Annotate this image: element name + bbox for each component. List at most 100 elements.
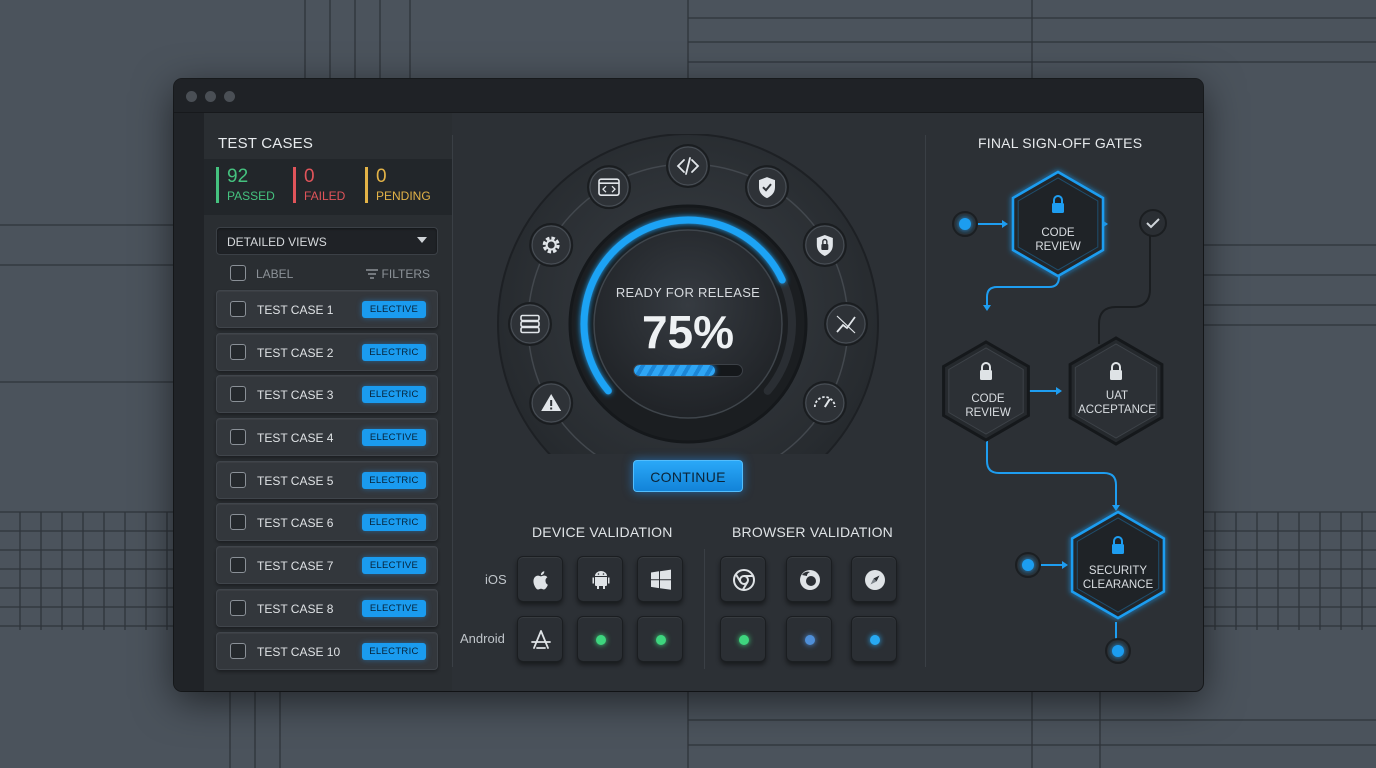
test-case-badge: ELECTIVE (362, 599, 426, 617)
release-progress-bar (633, 364, 743, 377)
lock-icon-body (1112, 544, 1124, 554)
test-case-row[interactable]: TEST CASE 10 ELECTRIC (216, 631, 438, 670)
test-case-name: TEST CASE 2 (257, 345, 334, 360)
test-case-checkbox[interactable] (230, 642, 246, 659)
warning-icon[interactable] (529, 381, 574, 425)
lock-icon-body (1110, 370, 1122, 380)
test-case-checkbox[interactable] (230, 386, 246, 403)
test-case-badge: ELECTRIC (362, 386, 426, 404)
test-case-row[interactable]: TEST CASE 8 ELECTIVE (216, 588, 438, 627)
gate-label-uat: UAT ACCEPTANCE (1078, 390, 1156, 416)
device-tile-windows[interactable] (637, 556, 683, 602)
firefox-icon (800, 570, 820, 590)
test-case-row[interactable]: TEST CASE 2 ELECTRIC (216, 332, 438, 371)
test-case-row[interactable]: TEST CASE 1 ELECTIVE (216, 290, 438, 328)
windows-icon (651, 569, 671, 590)
flow-start-node-dot (959, 218, 971, 230)
window-dot-minimize[interactable] (205, 91, 216, 102)
stat-pending: 0 PENDING (365, 167, 431, 203)
device-tile-apple[interactable] (517, 556, 563, 602)
test-case-row[interactable]: TEST CASE 4 ELECTIVE (216, 418, 438, 457)
server-icon[interactable] (508, 302, 552, 346)
test-case-checkbox[interactable] (230, 471, 246, 488)
test-case-checkbox[interactable] (230, 429, 246, 446)
stat-pending-value: 0 (376, 166, 387, 187)
safari-icon (865, 570, 885, 590)
stat-failed: 0 FAILED (293, 167, 345, 203)
shield-check-icon[interactable] (745, 165, 789, 210)
app-store-icon (531, 630, 551, 649)
flow-connector-dark (1098, 224, 1151, 344)
release-progress-fill (634, 365, 715, 376)
speedometer-icon[interactable] (802, 381, 847, 425)
flow-arrow (1002, 220, 1008, 228)
list-header: LABEL FILTERS (216, 263, 438, 285)
test-case-checkbox[interactable] (230, 557, 246, 574)
test-case-row[interactable]: TEST CASE 7 ELECTIVE (216, 546, 438, 585)
chevron-down-icon (417, 237, 427, 243)
device-status-tile-2[interactable] (637, 616, 683, 662)
test-case-row[interactable]: TEST CASE 5 ELECTRIC (216, 460, 438, 499)
test-case-name: TEST CASE 10 (257, 644, 341, 659)
test-case-badge: ELECTIVE (362, 557, 426, 575)
panel-title: TEST CASES (218, 135, 314, 152)
test-case-list: TEST CASE 1 ELECTIVE TEST CASE 2 ELECTRIC TE… (216, 290, 438, 674)
test-case-checkbox[interactable] (230, 301, 246, 317)
test-case-row[interactable]: TEST CASE 3 ELECTRIC (216, 375, 438, 414)
browser-status-tile-3[interactable] (851, 616, 897, 662)
browser-tile-firefox[interactable] (786, 556, 832, 602)
browser-validation-title: BROWSER VALIDATION (732, 524, 893, 540)
stat-failed-value: 0 (304, 166, 315, 187)
browser-icon[interactable] (587, 165, 631, 210)
device-tile-android[interactable] (577, 556, 623, 602)
select-all-checkbox[interactable] (230, 265, 246, 281)
stat-passed: 92 PASSED (216, 167, 275, 203)
test-case-badge: ELECTRIC (362, 343, 426, 361)
continue-button[interactable]: CONTINUE (633, 460, 743, 492)
chart-icon[interactable] (824, 302, 868, 346)
browser-tile-chrome[interactable] (720, 556, 766, 602)
filters-button[interactable]: FILTERS (365, 267, 430, 281)
test-case-checkbox[interactable] (230, 343, 246, 360)
row-label-ios: iOS (485, 572, 507, 587)
stat-failed-label: FAILED (304, 189, 346, 203)
flow-check-node (1139, 209, 1167, 237)
device-validation-title: DEVICE VALIDATION (532, 524, 673, 540)
window-dot-maximize[interactable] (224, 91, 235, 102)
app-window: TEST CASES 92 PASSED 0 FAILED 0 PENDING … (174, 79, 1203, 691)
gear-icon[interactable] (529, 223, 574, 267)
flow-arrow (983, 305, 991, 311)
test-case-checkbox[interactable] (230, 599, 246, 616)
status-led (870, 635, 880, 645)
test-case-name: TEST CASE 3 (257, 388, 334, 403)
status-led (596, 635, 606, 645)
gates-title: FINAL SIGN-OFF GATES (978, 135, 1143, 151)
title-bar (174, 79, 1203, 113)
flow-connector (986, 441, 1117, 505)
lock-icon-body (1052, 203, 1064, 213)
window-dot-close[interactable] (186, 91, 197, 102)
browser-status-tile-1[interactable] (720, 616, 766, 662)
gate-label-code-review-2: CODE REVIEW (965, 393, 1011, 419)
test-case-badge: ELECTRIC (362, 514, 426, 532)
flow-secondary-node-dot (1022, 559, 1034, 571)
device-tile-app-store[interactable] (517, 616, 563, 662)
test-case-badge: ELECTIVE (362, 429, 426, 447)
stat-passed-label: PASSED (227, 189, 275, 203)
device-status-tile-1[interactable] (577, 616, 623, 662)
stat-pending-label: PENDING (376, 189, 431, 203)
code-icon[interactable] (666, 144, 710, 188)
browser-tile-safari[interactable] (851, 556, 897, 602)
divider-validation (704, 549, 705, 669)
view-dropdown[interactable]: DETAILED VIEWS (216, 227, 438, 255)
left-strip (174, 113, 204, 691)
release-percent: 75% (641, 306, 735, 358)
flow-end-node-dot (1112, 645, 1124, 657)
test-case-row[interactable]: TEST CASE 6 ELECTRIC (216, 503, 438, 542)
row-label-android: Android (460, 631, 505, 646)
lock-icon-body (980, 370, 992, 380)
test-case-checkbox[interactable] (230, 514, 246, 531)
browser-status-tile-2[interactable] (786, 616, 832, 662)
flow-arrow (1112, 505, 1120, 511)
lock-shield-icon[interactable] (802, 223, 847, 267)
